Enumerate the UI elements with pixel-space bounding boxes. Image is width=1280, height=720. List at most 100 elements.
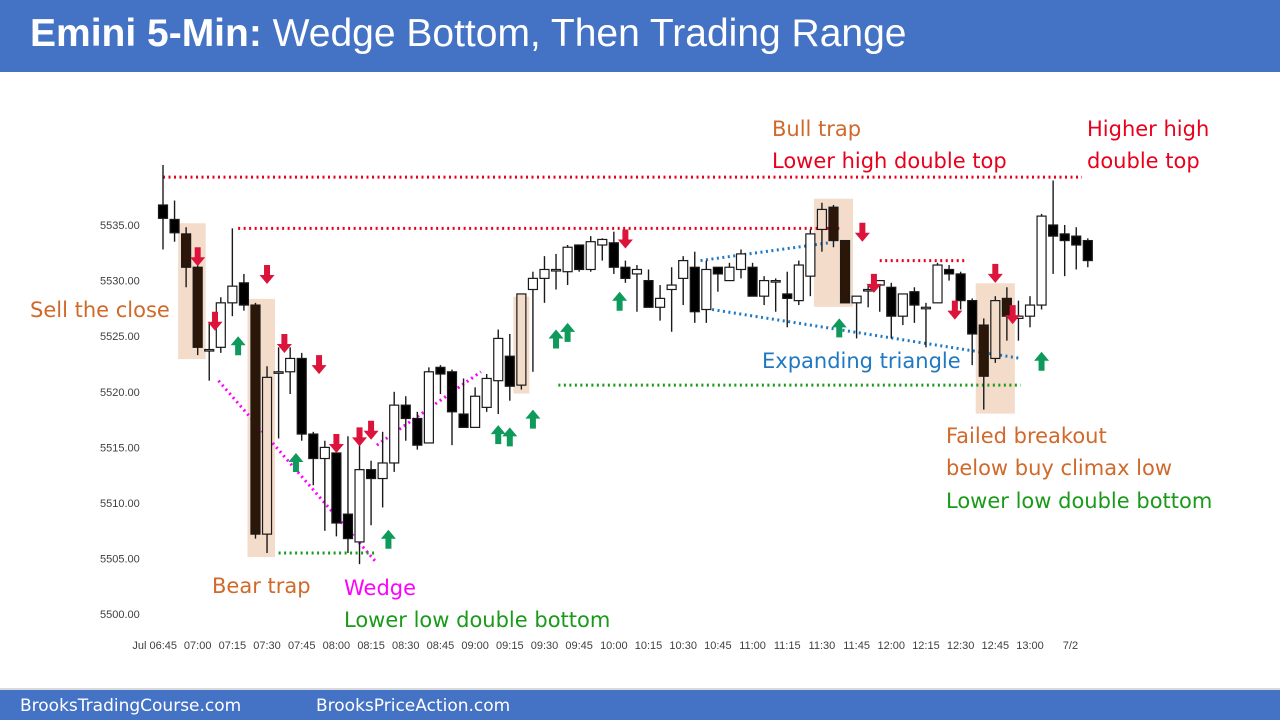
bull-candle-body — [897, 293, 908, 317]
bear-candle-body — [458, 413, 469, 428]
y-tick-label: 5505.00 — [100, 554, 140, 566]
candle — [1036, 213, 1047, 310]
bear-candle-body — [1071, 235, 1082, 246]
candle — [747, 262, 758, 297]
candle — [597, 238, 608, 261]
y-tick-label: 5525.00 — [100, 331, 140, 343]
bull-candle-body — [759, 280, 770, 297]
y-tick-label: 5535.00 — [100, 220, 140, 232]
x-tick-label: 10:15 — [635, 640, 663, 652]
candle — [735, 249, 747, 279]
x-tick-label: 07:45 — [288, 640, 316, 652]
x-tick-label: 10:45 — [704, 640, 732, 652]
x-tick-label: 13:00 — [1016, 640, 1044, 652]
candle — [631, 265, 643, 312]
bear-candle-body — [342, 513, 354, 540]
bull-candle-body — [770, 280, 781, 283]
candle — [782, 271, 793, 328]
bear-candle-body — [643, 280, 654, 308]
bull-candle-body — [285, 357, 296, 373]
candle — [204, 322, 215, 381]
candle — [285, 347, 296, 395]
candle — [585, 236, 596, 272]
bull-candle-body — [319, 446, 330, 460]
bull-candle-body — [354, 469, 365, 543]
bear-candle-body — [181, 233, 192, 268]
bull-candle-body — [735, 253, 747, 271]
bull-candle-body — [527, 277, 539, 291]
brooks-trading-course-link[interactable]: BrooksTradingCourse.com — [20, 696, 241, 716]
buy-signal-arrow-icon — [612, 291, 628, 311]
bull-candle-body — [261, 376, 273, 535]
bull-candle-body — [227, 285, 238, 304]
bull-candle-body — [389, 404, 400, 464]
bull-candle-body — [493, 337, 504, 382]
candle — [342, 436, 354, 554]
bear-candle-body — [574, 244, 585, 271]
sell-signal-arrow-icon — [987, 263, 1003, 283]
bull-candle-body — [470, 395, 481, 428]
candle — [412, 411, 423, 450]
buy-signal-arrow-icon — [525, 409, 541, 429]
expanding-triangle-label: Expanding triangle — [762, 349, 961, 373]
bull-candle-body — [516, 293, 527, 386]
candle — [828, 204, 839, 248]
title-bar: Emini 5-Min: Wedge Bottom, Then Trading … — [0, 0, 1280, 72]
candle — [1082, 238, 1093, 268]
bear-candle-body — [157, 204, 169, 219]
x-tick-label: 07:30 — [253, 640, 281, 652]
lower-low-double-bottom-right-label: Lower low double bottom — [946, 489, 1212, 513]
candle — [504, 333, 515, 401]
bull-candle-body — [805, 233, 816, 277]
failed-breakout-label: Failed breakout below buy climax low — [946, 424, 1172, 480]
buy-signal-arrow-icon — [380, 529, 396, 549]
candle — [527, 271, 539, 372]
bear-candle-body — [331, 452, 342, 524]
bull-candle-body — [481, 377, 492, 408]
higher-high-double-top-label: Higher high double top — [1087, 117, 1209, 173]
candle — [1024, 296, 1036, 328]
bear-candle-body — [943, 268, 955, 275]
bear-candle-body — [747, 266, 758, 297]
bull-candle-body — [597, 238, 608, 246]
candle — [157, 164, 169, 250]
y-tick-label: 5510.00 — [100, 498, 140, 510]
bear-candle-body — [296, 357, 307, 435]
candle — [1048, 180, 1059, 274]
wedge-label: Wedge — [344, 576, 416, 600]
bear-candle-body — [446, 371, 458, 413]
brooks-price-action-link[interactable]: BrooksPriceAction.com — [316, 696, 510, 716]
candle — [839, 239, 851, 304]
candle — [943, 265, 955, 281]
candle — [470, 387, 481, 428]
x-tick-label: 12:00 — [878, 640, 906, 652]
bull-candle-body — [990, 300, 1001, 360]
bull-candle-body — [631, 268, 643, 275]
x-tick-label: 09:00 — [461, 640, 489, 652]
title-bold: Emini 5-Min: — [30, 12, 262, 55]
x-tick-label: 08:15 — [357, 640, 385, 652]
candle — [481, 374, 492, 412]
bear-candle-body — [435, 366, 446, 375]
candle — [273, 347, 284, 439]
bear-candle-body — [782, 293, 793, 299]
buy-signal-arrow-icon — [490, 425, 506, 445]
candle — [238, 273, 250, 311]
bull-candle-body — [654, 297, 666, 308]
candle — [990, 296, 1001, 363]
x-tick-label: 08:00 — [323, 640, 351, 652]
lower-high-double-top-label: Lower high double top — [772, 149, 1007, 173]
bull-candle-body — [204, 348, 215, 352]
x-tick-label: 12:45 — [982, 640, 1010, 652]
bear-candle-body — [967, 300, 978, 335]
x-tick-label: 11:45 — [843, 640, 870, 652]
candle — [192, 258, 203, 356]
bear-trap-label: Bear trap — [212, 574, 311, 598]
bull-candle-body — [423, 371, 434, 444]
sell-the-close-label: Sell the close — [30, 298, 170, 322]
bear-candle-body — [620, 266, 631, 279]
x-tick-label: Jul 06:45 — [132, 640, 177, 652]
candlestick-chart: 5535.00 5530.00 5525.00 5520.00 5515.00 5510.… — [30, 117, 1212, 652]
bear-candle-body — [1059, 233, 1070, 242]
x-tick-label: 11:00 — [739, 640, 766, 652]
